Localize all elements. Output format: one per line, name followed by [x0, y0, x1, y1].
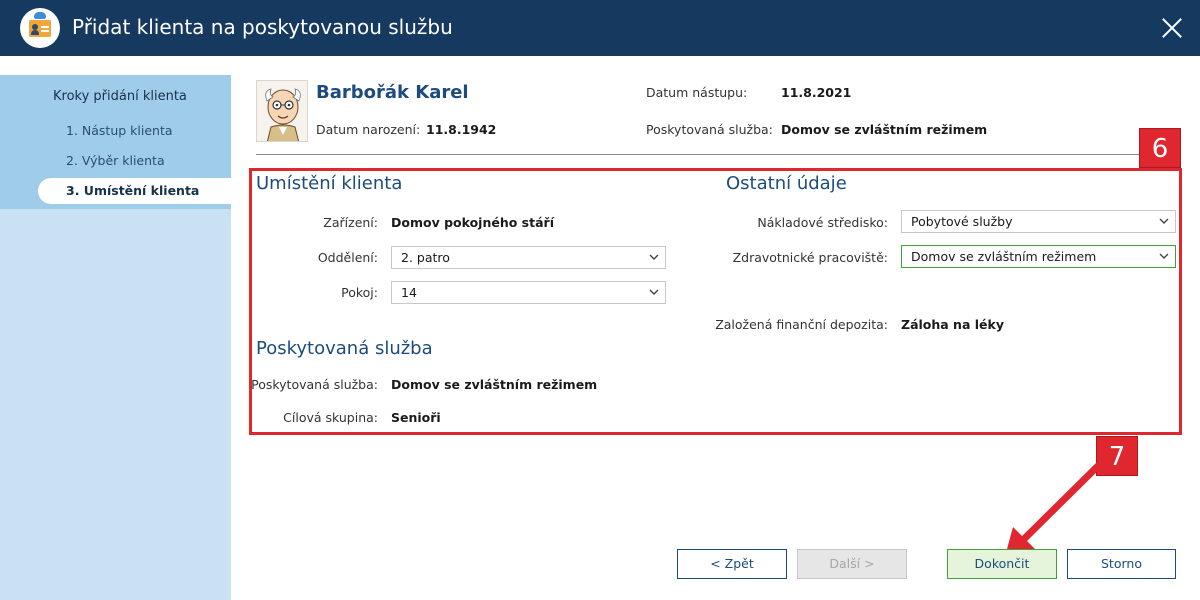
- room-label: Pokoj:: [341, 285, 378, 300]
- sidebar: Kroky přidání klienta 1. Nástup klienta …: [0, 75, 231, 600]
- health-workplace-label: Zdravotnické pracoviště:: [732, 250, 888, 265]
- service-label: Poskytovaná služba:: [646, 122, 773, 137]
- deposit-label: Založená finanční depozita:: [715, 317, 888, 332]
- health-workplace-select[interactable]: Domov se zvláštním režimem: [901, 245, 1176, 268]
- chevron-down-icon: [649, 289, 659, 295]
- target-group-value: Senioři: [391, 410, 441, 425]
- annotation-badge-6: 6: [1139, 128, 1181, 168]
- service-field-label: Poskytovaná služba:: [251, 377, 378, 392]
- finish-button[interactable]: Dokončit: [947, 549, 1057, 579]
- close-icon[interactable]: [1156, 12, 1188, 44]
- chevron-down-icon: [1159, 253, 1169, 259]
- chevron-down-icon: [1159, 218, 1169, 224]
- window-title: Přidat klienta na poskytovanou službu: [72, 15, 453, 39]
- health-workplace-select-value: Domov se zvláštním režimem: [911, 249, 1097, 264]
- room-select[interactable]: 14: [391, 281, 666, 304]
- room-select-value: 14: [401, 285, 417, 300]
- deposit-value: Záloha na léky: [901, 317, 1004, 332]
- department-select-value: 2. patro: [401, 250, 450, 265]
- facility-label: Zařízení:: [323, 215, 378, 230]
- cancel-button[interactable]: Storno: [1067, 549, 1176, 579]
- client-card-icon: [20, 8, 60, 48]
- department-select[interactable]: 2. patro: [391, 246, 666, 269]
- client-name: Barbořák Karel: [316, 82, 469, 103]
- next-button[interactable]: Další >: [797, 549, 907, 579]
- service-section-title: Poskytovaná služba: [256, 338, 433, 359]
- chevron-down-icon: [649, 254, 659, 260]
- step-item-nastup[interactable]: 1. Nástup klienta: [38, 118, 231, 144]
- service-field-value: Domov se zvláštním režimem: [391, 377, 598, 392]
- facility-value: Domov pokojného stáří: [391, 215, 554, 230]
- birth-date-value: 11.8.1942: [426, 122, 497, 137]
- other-section-title: Ostatní údaje: [726, 173, 847, 194]
- cost-center-select[interactable]: Pobytové služby: [901, 210, 1176, 233]
- cost-center-label: Nákladové středisko:: [757, 215, 888, 230]
- title-bar: Přidat klienta na poskytovanou službu: [0, 0, 1200, 56]
- annotation-badge-7: 7: [1096, 436, 1138, 476]
- back-button[interactable]: < Zpět: [677, 549, 787, 579]
- entry-date-label: Datum nástupu:: [646, 85, 748, 100]
- department-label: Oddělení:: [317, 250, 378, 265]
- client-avatar: [256, 80, 308, 142]
- highlight-box: [249, 168, 1182, 435]
- birth-date-label: Datum narození:: [316, 122, 421, 137]
- step-item-vyber[interactable]: 2. Výběr klienta: [38, 148, 231, 174]
- header-divider: [256, 154, 1176, 155]
- entry-date-value: 11.8.2021: [781, 85, 852, 100]
- placement-section-title: Umístění klienta: [256, 173, 403, 194]
- cost-center-select-value: Pobytové služby: [911, 214, 1013, 229]
- target-group-label: Cílová skupina:: [283, 410, 378, 425]
- service-value: Domov se zvláštním režimem: [781, 122, 988, 137]
- step-item-umisteni[interactable]: 3. Umístění klienta: [38, 178, 231, 204]
- steps-title: Kroky přidání klienta: [53, 89, 187, 104]
- steps-panel: Kroky přidání klienta 1. Nástup klienta …: [0, 75, 231, 209]
